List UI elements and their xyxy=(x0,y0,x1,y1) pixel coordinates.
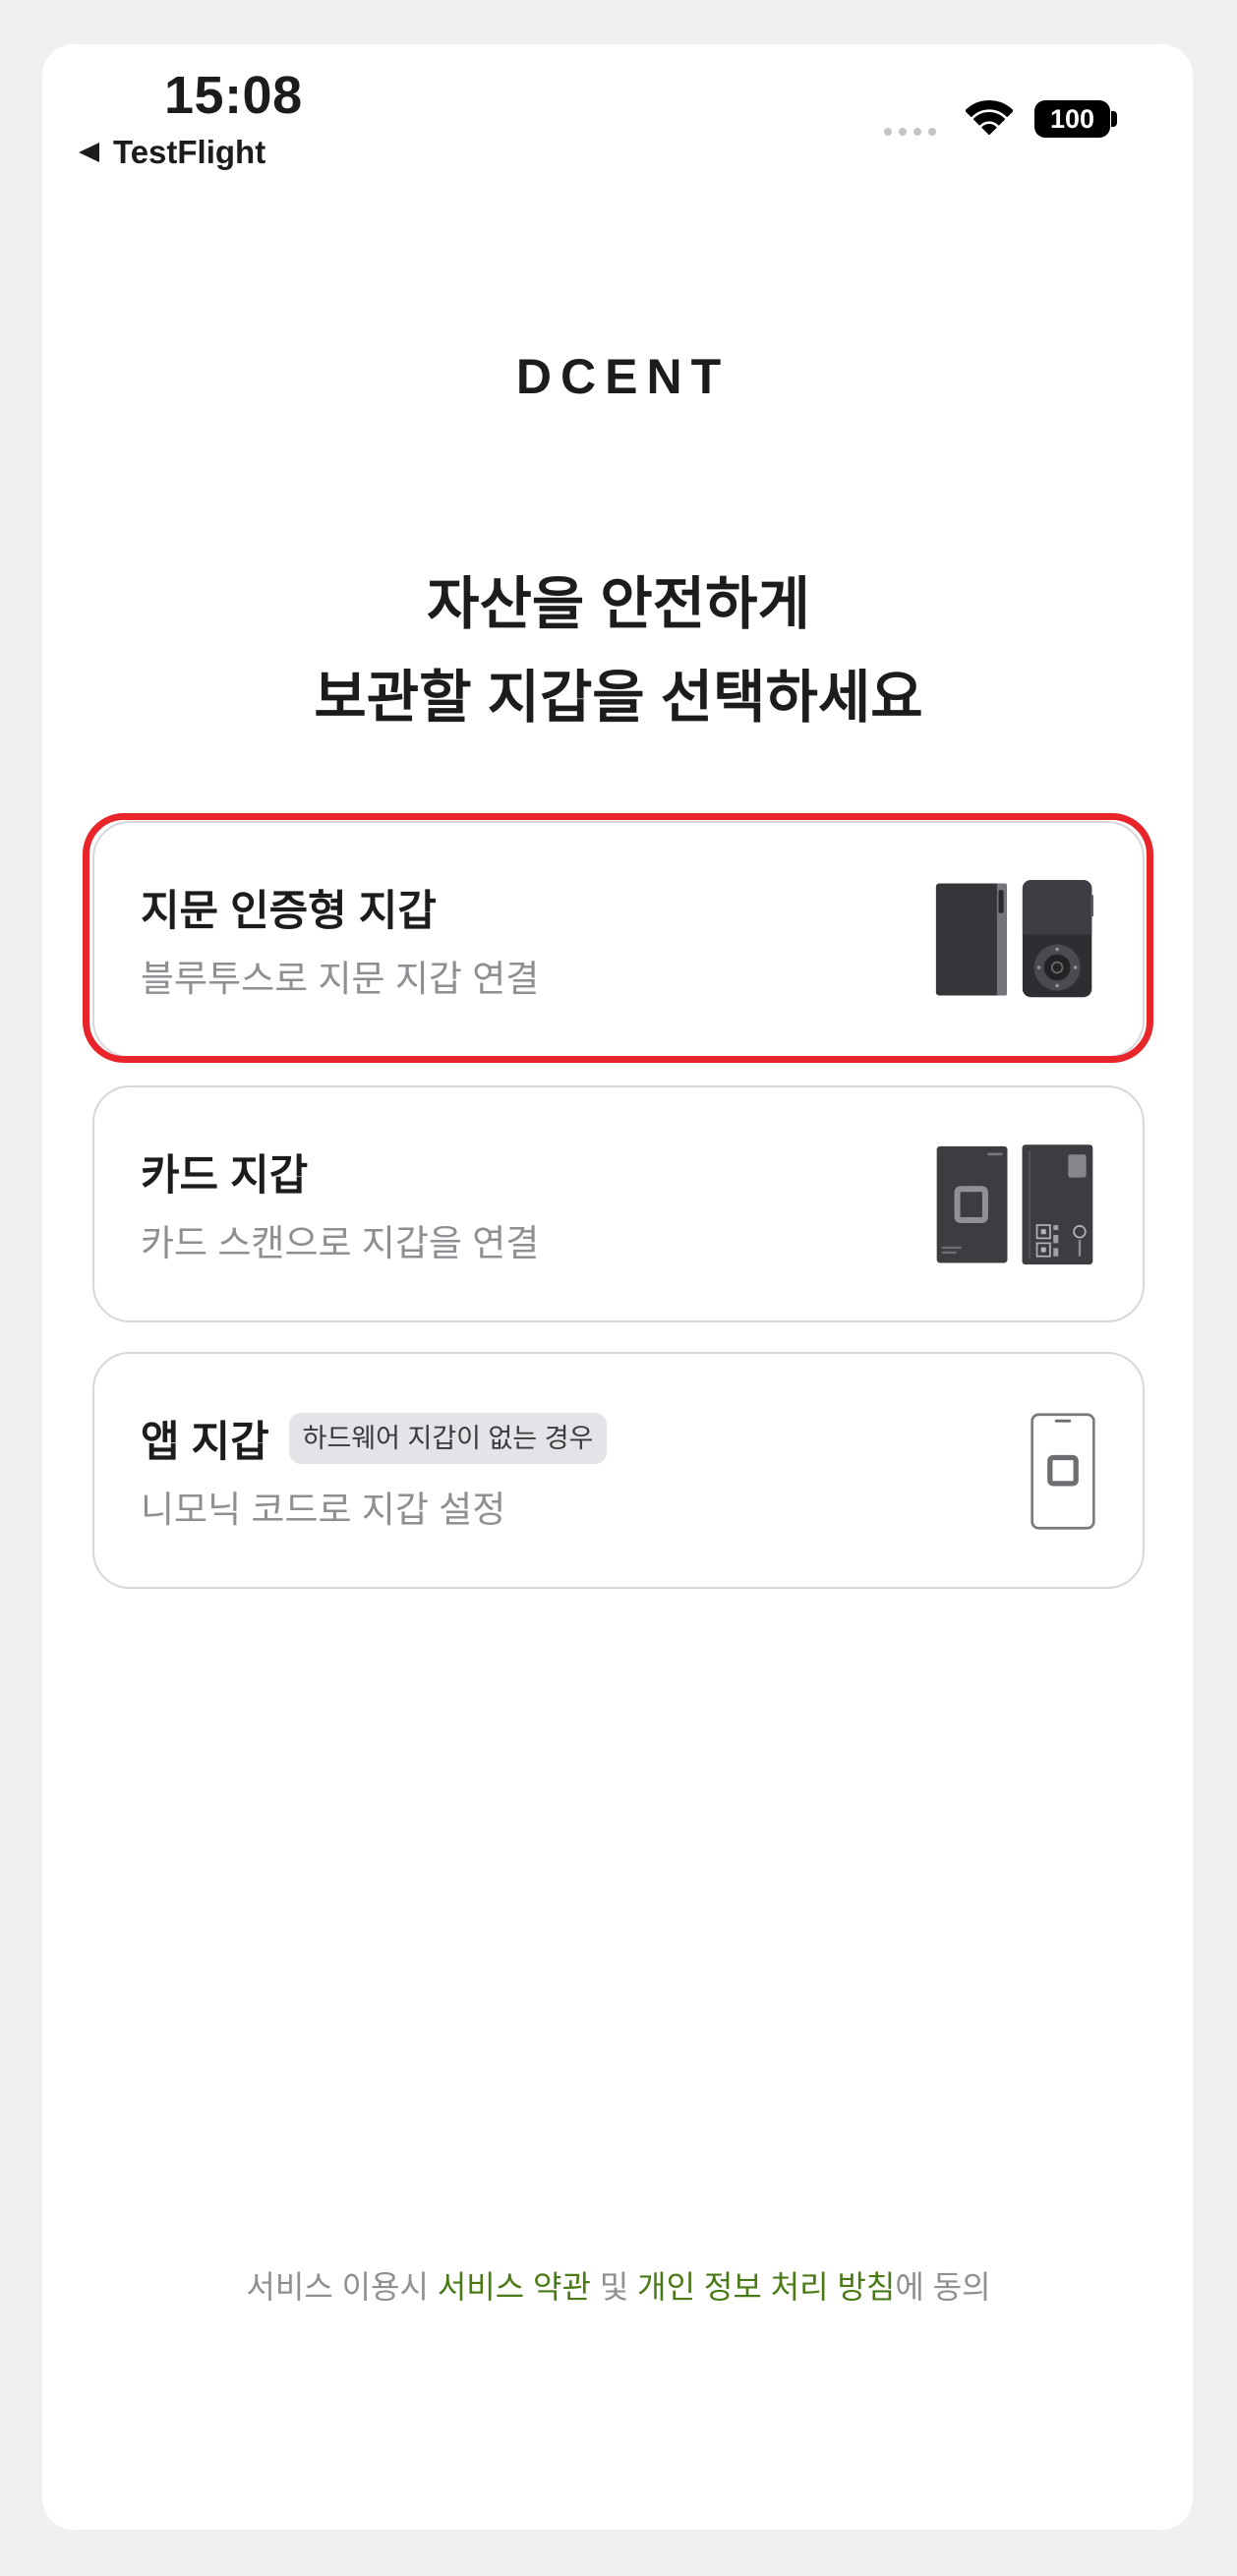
cellular-dot xyxy=(913,128,921,136)
card-wallet-option[interactable]: 카드 지갑 카드 스캔으로 지갑을 연결 xyxy=(92,1085,1145,1322)
page-title-line-1: 자산을 안전하게 xyxy=(427,572,810,636)
battery-icon: 100 xyxy=(1034,100,1110,138)
terms-of-service-link[interactable]: 서비스 약관 xyxy=(438,2269,591,2305)
option-subtitle: 니모닉 코드로 지갑 설정 xyxy=(141,1490,506,1530)
screen: 15:08 TestFlight 100 DCENT 자산을 안전하게 보관할 … xyxy=(0,0,1237,2576)
card-wallet-icon xyxy=(936,1144,1093,1265)
consent-text: 서비스 이용시 서비스 약관 및 개인 정보 처리 방침에 동의 xyxy=(0,2262,1237,2312)
consent-conjunction: 및 xyxy=(590,2269,638,2305)
option-title: 앱 지갑 xyxy=(141,1419,269,1466)
back-triangle-icon[interactable] xyxy=(79,143,99,162)
app-wallet-option[interactable]: 앱 지갑 하드웨어 지갑이 없는 경우 니모닉 코드로 지갑 설정 xyxy=(92,1352,1145,1589)
phone-app-wallet-icon xyxy=(1031,1413,1095,1530)
option-subtitle: 카드 스캔으로 지갑을 연결 xyxy=(141,1223,540,1263)
page-title: 자산을 안전하게 보관할 지갑을 선택하세요 xyxy=(0,557,1237,744)
dcent-logo: DCENT xyxy=(515,349,731,404)
wifi-icon xyxy=(966,100,1013,136)
no-hardware-badge: 하드웨어 지갑이 없는 경우 xyxy=(288,1413,608,1464)
back-to-testflight-button[interactable]: TestFlight xyxy=(79,133,265,172)
privacy-policy-link[interactable]: 개인 정보 처리 방침 xyxy=(637,2269,895,2305)
option-title: 지문 인증형 지갑 xyxy=(141,888,437,935)
option-title-row: 앱 지갑 하드웨어 지갑이 없는 경우 xyxy=(141,1411,608,1466)
cellular-dot xyxy=(928,128,936,136)
status-time: 15:08 xyxy=(164,66,303,125)
page-title-line-2: 보관할 지갑을 선택하세요 xyxy=(314,666,923,730)
cellular-dots-icon xyxy=(884,128,936,136)
consent-suffix: 에 동의 xyxy=(895,2269,991,2305)
biometric-wallet-device-icon xyxy=(935,880,1093,998)
cellular-dot xyxy=(899,128,907,136)
option-title: 카드 지갑 xyxy=(141,1152,309,1200)
back-app-label[interactable]: TestFlight xyxy=(113,133,265,172)
biometric-wallet-option[interactable]: 지문 인증형 지갑 블루투스로 지문 지갑 연결 xyxy=(92,821,1145,1058)
consent-prefix: 서비스 이용시 xyxy=(246,2269,438,2305)
cellular-dot xyxy=(884,128,892,136)
battery-nub xyxy=(1111,111,1117,127)
option-subtitle: 블루투스로 지문 지갑 연결 xyxy=(141,959,540,999)
